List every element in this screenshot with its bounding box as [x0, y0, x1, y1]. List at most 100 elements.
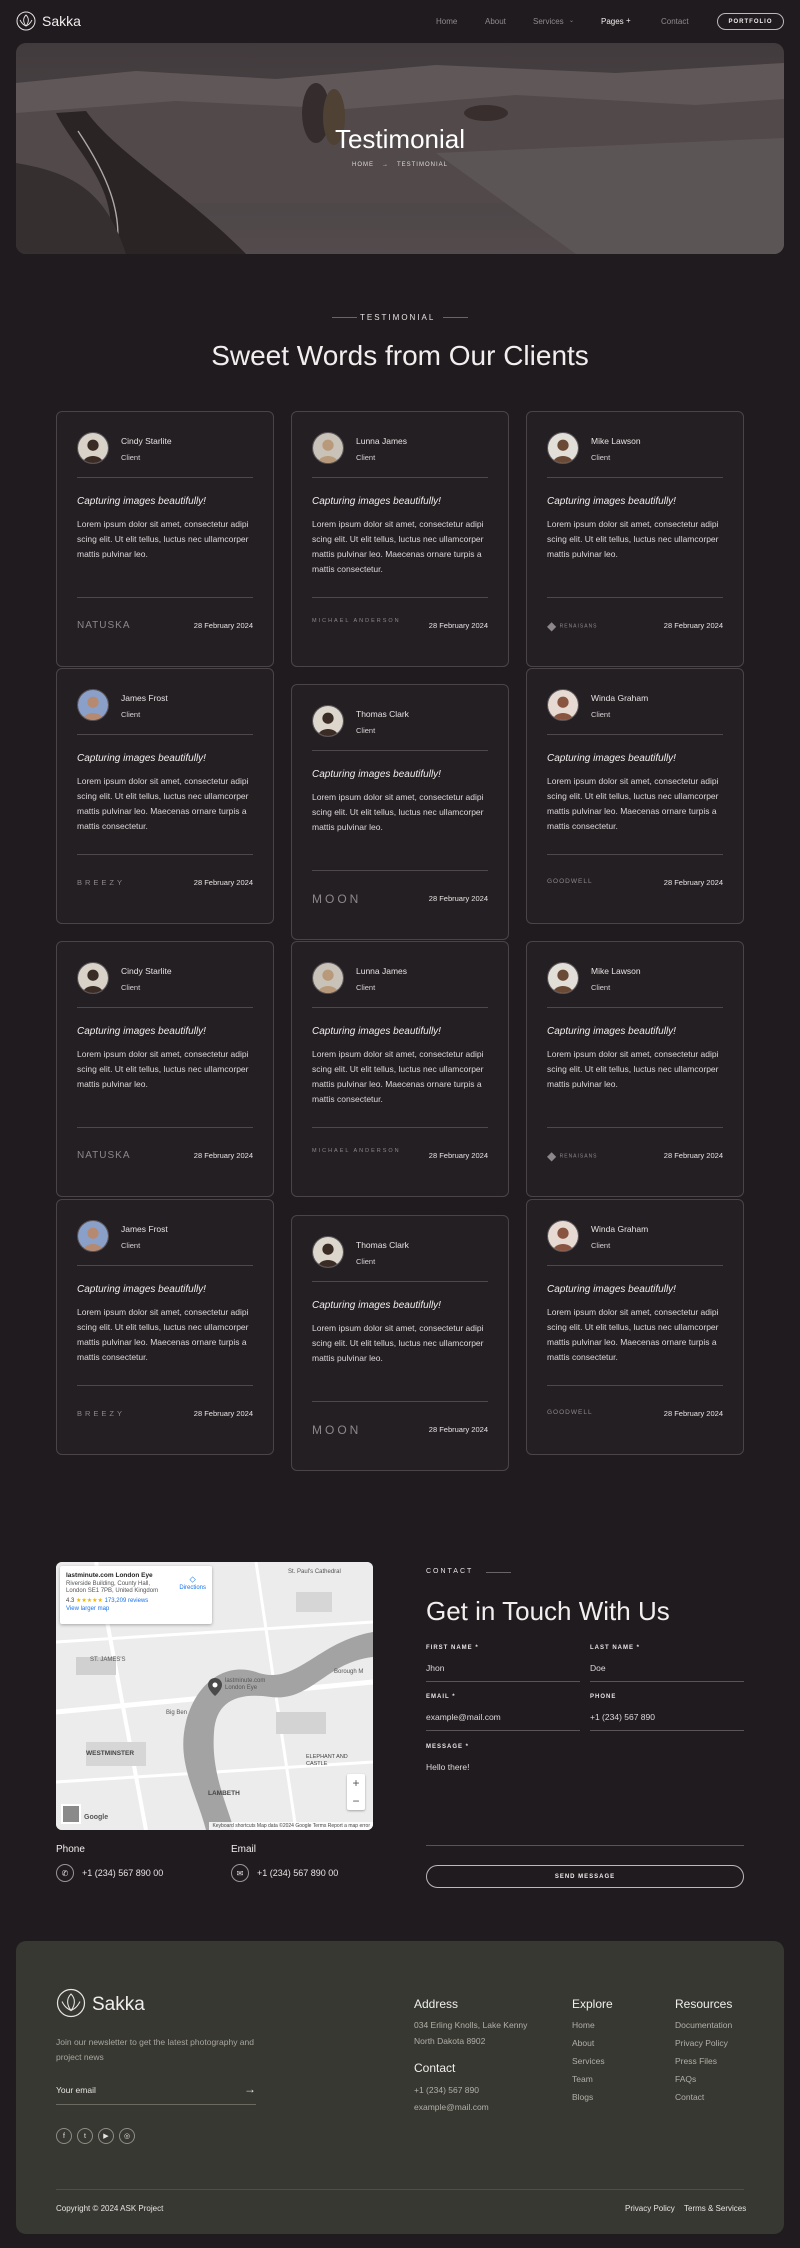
- footer-resources-press[interactable]: Press Files: [675, 2056, 717, 2066]
- card-divider: [312, 1127, 488, 1128]
- map-pin-label: lastminute.com London Eye: [225, 1678, 266, 1691]
- testimonial-card: Thomas Clark Client Capturing images beaut…: [291, 1215, 509, 1471]
- avatar: [77, 962, 109, 994]
- map-directions-button[interactable]: ⬦ Directions: [179, 1574, 206, 1591]
- client-name: James Frost: [121, 693, 168, 703]
- footer-address-title: Address: [414, 1997, 459, 2011]
- testimonial-quote: Capturing images beautifully!: [547, 496, 676, 507]
- mail-icon: ✉: [231, 1864, 249, 1882]
- testimonial-date: 28 February 2024: [428, 894, 488, 903]
- client-brand-name: BREEZY: [77, 1409, 126, 1418]
- client-role: Client: [356, 983, 376, 992]
- portfolio-button[interactable]: PORTFOLIO: [717, 13, 784, 30]
- footer-explore-blogs[interactable]: Blogs: [572, 2092, 593, 2102]
- youtube-icon[interactable]: ▶: [98, 2128, 114, 2144]
- client-role: Client: [121, 453, 141, 462]
- testimonial-card: Mike Lawson Client Capturing images beauti…: [526, 411, 744, 667]
- twitter-icon[interactable]: t: [77, 2128, 93, 2144]
- testimonial-quote: Capturing images beautifully!: [312, 1300, 441, 1311]
- testimonial-quote: Capturing images beautifully!: [77, 1284, 206, 1295]
- map-zoom-control: + −: [347, 1774, 365, 1810]
- client-role: Client: [591, 453, 611, 462]
- client-role: Client: [356, 726, 376, 735]
- first-name-underline: [426, 1681, 580, 1682]
- message-field[interactable]: Hello there!: [426, 1762, 469, 1772]
- last-name-label: LAST NAME *: [590, 1645, 640, 1651]
- logo[interactable]: Sakka: [16, 11, 81, 31]
- client-brand-logo: BREEZY: [77, 878, 125, 887]
- map-pin-icon[interactable]: [208, 1678, 222, 1696]
- top-nav: Sakka Home About Services ⌄ Pages + Cont…: [0, 0, 800, 42]
- client-brand-name: NATUSKA: [77, 1150, 131, 1161]
- email-value[interactable]: +1 (234) 567 890 00: [257, 1868, 338, 1878]
- testimonial-card: Cindy Starlite Client Capturing images bea…: [56, 411, 274, 667]
- phone-underline: [590, 1730, 744, 1731]
- footer-address-line-1: 034 Erling Knolls, Lake Kenny: [414, 2020, 528, 2030]
- nav-item-home[interactable]: Home: [436, 17, 457, 26]
- avatar: [312, 1236, 344, 1268]
- nav-item-contact[interactable]: Contact: [661, 17, 689, 26]
- first-name-label: FIRST NAME *: [426, 1645, 479, 1651]
- testimonial-body: Lorem ipsum dolor sit amet, consectetur …: [312, 1323, 484, 1363]
- breadcrumb-home[interactable]: HOME: [352, 162, 374, 168]
- avatar: [547, 689, 579, 721]
- map-reviews-link[interactable]: 173,209 reviews: [105, 1598, 149, 1604]
- email-field[interactable]: example@mail.com: [426, 1712, 501, 1722]
- zoom-in-button[interactable]: +: [347, 1774, 365, 1792]
- footer-explore-about[interactable]: About: [572, 2038, 594, 2048]
- client-role: Client: [356, 453, 376, 462]
- testimonial-date: 28 February 2024: [663, 621, 723, 630]
- diamond-logo-icon: ◆: [547, 1149, 558, 1163]
- map-layer-toggle[interactable]: [61, 1804, 81, 1824]
- testimonial-eyebrow: TESTIMONIAL: [360, 313, 436, 322]
- card-divider: [312, 750, 488, 751]
- first-name-field[interactable]: Jhon: [426, 1663, 444, 1673]
- client-name: Thomas Clark: [356, 1240, 409, 1250]
- send-message-button[interactable]: SEND MESSAGE: [426, 1865, 744, 1888]
- page: Sakka Home About Services ⌄ Pages + Cont…: [0, 0, 800, 2248]
- footer-resources-documentation[interactable]: Documentation: [675, 2020, 732, 2030]
- nav-item-services[interactable]: Services: [533, 17, 564, 26]
- nav-item-about[interactable]: About: [485, 17, 506, 26]
- footer-lotus-logo-icon: [56, 1988, 86, 2018]
- footer-explore-team[interactable]: Team: [572, 2074, 593, 2084]
- facebook-icon[interactable]: f: [56, 2128, 72, 2144]
- newsletter-submit-arrow-icon[interactable]: →: [244, 2082, 256, 2096]
- map-attribution: Keyboard shortcuts Map data ©2024 Google…: [209, 1822, 373, 1830]
- contact-heading: Get in Touch With Us: [426, 1596, 670, 1626]
- phone-field[interactable]: +1 (234) 567 890: [590, 1712, 655, 1722]
- card-divider: [77, 597, 253, 598]
- footer-contact-email[interactable]: example@mail.com: [414, 2102, 489, 2112]
- email-field-label: EMAIL *: [426, 1694, 456, 1700]
- map-embed[interactable]: lastminute.com London Eye ST. JAMES'S WE…: [56, 1562, 373, 1830]
- card-divider: [312, 597, 488, 598]
- avatar: [77, 689, 109, 721]
- client-name: Lunna James: [356, 966, 408, 976]
- client-brand-logo: GOODWELL: [547, 1409, 593, 1416]
- last-name-field[interactable]: Doe: [590, 1663, 606, 1673]
- footer-resources-privacy[interactable]: Privacy Policy: [675, 2038, 728, 2048]
- footer-resources-faqs[interactable]: FAQs: [675, 2074, 696, 2084]
- footer-resources-contact[interactable]: Contact: [675, 2092, 704, 2102]
- footer-privacy-link[interactable]: Privacy Policy: [625, 2204, 675, 2213]
- client-brand-logo: MICHAEL ANDERSON: [312, 1147, 401, 1155]
- footer-explore-services[interactable]: Services: [572, 2056, 605, 2066]
- client-name: Lunna James: [356, 436, 408, 446]
- directions-icon: ⬦: [189, 1574, 196, 1584]
- map-larger-link[interactable]: View larger map: [66, 1606, 206, 1612]
- dribbble-icon[interactable]: ◎: [119, 2128, 135, 2144]
- contact-eyebrow: CONTACT: [426, 1568, 474, 1575]
- footer-contact-phone[interactable]: +1 (234) 567 890: [414, 2085, 479, 2095]
- newsletter-input[interactable]: Your email: [56, 2085, 96, 2095]
- footer-explore-home[interactable]: Home: [572, 2020, 595, 2030]
- testimonial-quote: Capturing images beautifully!: [312, 1026, 441, 1037]
- map-directions-label: Directions: [179, 1585, 206, 1591]
- map-rating: 4.3: [66, 1598, 75, 1604]
- zoom-out-button[interactable]: −: [347, 1792, 365, 1810]
- phone-value[interactable]: +1 (234) 567 890 00: [82, 1868, 163, 1878]
- client-brand-name: GOODWELL: [547, 878, 593, 885]
- testimonial-body: Lorem ipsum dolor sit amet, consectetur …: [312, 1049, 484, 1104]
- map-place-address: Riverside Building, County Hall, London …: [66, 1581, 159, 1594]
- footer-terms-link[interactable]: Terms & Services: [684, 2204, 746, 2213]
- nav-item-pages[interactable]: Pages: [601, 17, 624, 26]
